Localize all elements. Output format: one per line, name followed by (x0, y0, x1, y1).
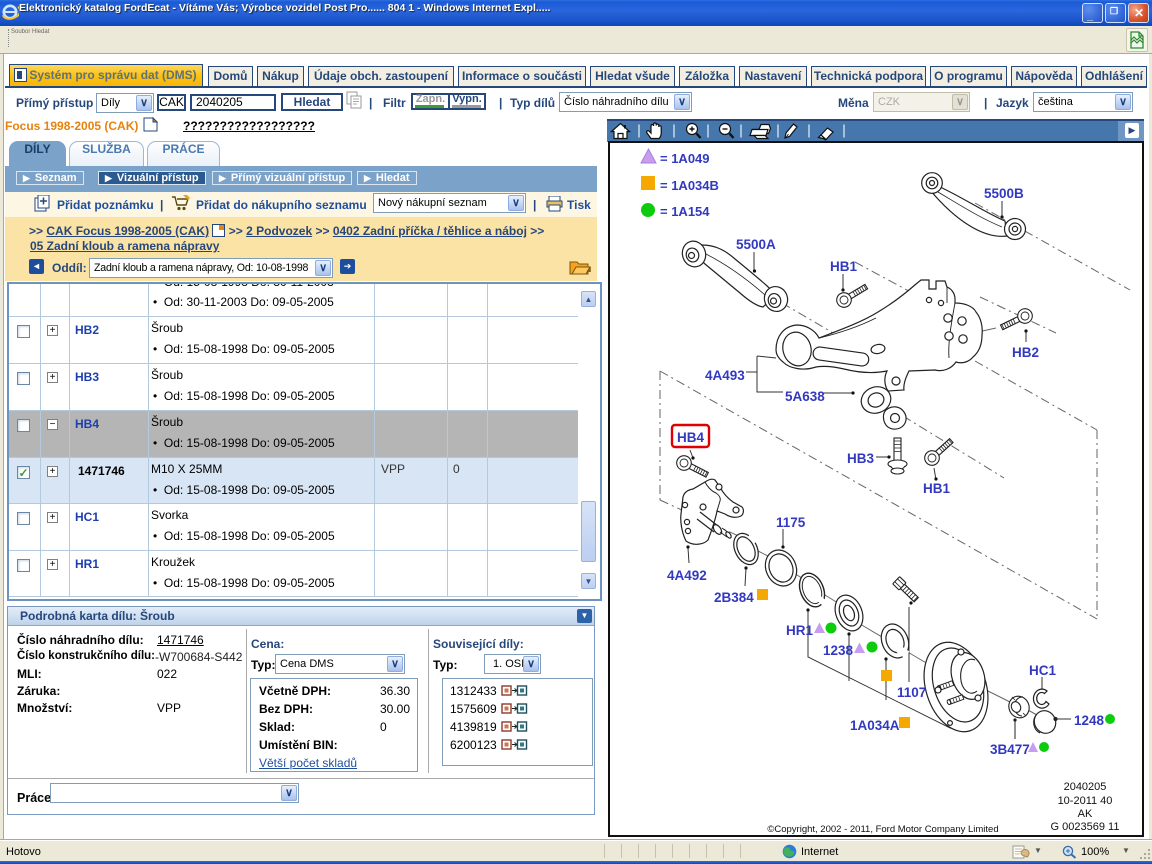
svg-text:2040205: 2040205 (1064, 781, 1107, 793)
svg-text:HB3: HB3 (847, 451, 874, 466)
svg-text:3B477: 3B477 (990, 742, 1030, 757)
svg-text:2B384: 2B384 (714, 590, 754, 605)
svg-text:1248: 1248 (1074, 713, 1105, 728)
svg-text:1107: 1107 (897, 685, 926, 700)
svg-text:5500B: 5500B (984, 186, 1024, 201)
svg-text:HB2: HB2 (1012, 345, 1039, 360)
svg-text:4A492: 4A492 (667, 568, 707, 583)
svg-text:10-2011 40: 10-2011 40 (1058, 795, 1113, 807)
svg-text:HB1: HB1 (830, 259, 857, 274)
svg-text:G 0023569 11: G 0023569 11 (1051, 821, 1120, 833)
svg-text:HB4: HB4 (677, 430, 704, 445)
svg-text:AK: AK (1078, 808, 1093, 820)
svg-text:HR1: HR1 (786, 623, 813, 638)
svg-text:= 1A049: = 1A049 (660, 151, 710, 166)
svg-text:1A034A: 1A034A (850, 718, 900, 733)
svg-text:1175: 1175 (776, 515, 806, 530)
svg-text:1238: 1238 (823, 643, 854, 658)
svg-text:4A493: 4A493 (705, 368, 745, 383)
svg-text:5A638: 5A638 (785, 389, 825, 404)
svg-text:HC1: HC1 (1029, 663, 1056, 678)
svg-text:= 1A034B: = 1A034B (660, 178, 719, 193)
svg-text:©Copyright, 2002 - 2011, Ford: ©Copyright, 2002 - 2011, Ford Motor Comp… (767, 824, 998, 835)
svg-text:5500A: 5500A (736, 237, 776, 252)
svg-text:HB1: HB1 (923, 481, 950, 496)
svg-text:= 1A154: = 1A154 (660, 204, 710, 219)
